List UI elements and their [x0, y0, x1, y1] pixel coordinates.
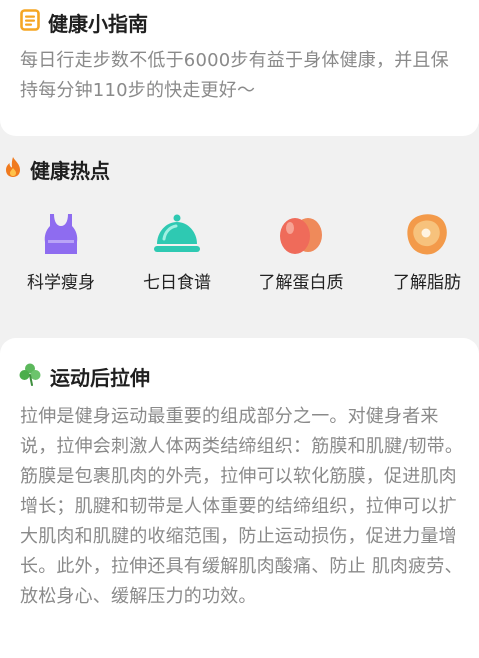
hot-item-slimming[interactable]: 科学瘦身: [6, 212, 116, 293]
hot-item-fat[interactable]: 了解脂肪: [372, 212, 479, 293]
health-guide-title: 健康小指南: [48, 12, 148, 36]
stretch-title: 运动后拉伸: [50, 366, 150, 390]
hot-item-label: 了解脂肪: [393, 273, 461, 293]
health-guide-text: 每日行走步数不低于6000步有益于身体健康，并且保持每分钟110步的快走更好～: [20, 50, 449, 101]
hot-item-label: 了解蛋白质: [258, 273, 344, 293]
list-icon: [20, 9, 40, 36]
food-cloche-icon: [152, 212, 202, 256]
tank-top-icon: [36, 212, 86, 256]
health-guide-card: 健康小指南 每日行走步数不低于6000步有益于身体健康，并且保持每分钟110步的…: [0, 0, 479, 136]
stretch-header: 运动后拉伸: [18, 362, 150, 391]
hot-item-label: 科学瘦身: [27, 273, 95, 293]
flame-icon: [4, 156, 22, 183]
clover-icon: [18, 362, 42, 391]
health-guide-header: 健康小指南: [20, 8, 148, 37]
hot-item-protein[interactable]: 了解蛋白质: [246, 212, 356, 293]
hot-item-recipe[interactable]: 七日食谱: [122, 212, 232, 293]
steak-icon: [402, 212, 452, 256]
health-hot-title: 健康热点: [30, 159, 110, 183]
eggs-icon: [276, 212, 326, 256]
health-hot-header: 健康热点: [4, 155, 110, 184]
stretch-text: 拉伸是健身运动最重要的组成部分之一。对健身者来说，拉伸会刺激人体两类结缔组织：筋…: [20, 406, 464, 607]
health-hot-list: 科学瘦身 七日食谱 了解蛋白质 了解脂肪: [0, 212, 479, 302]
hot-item-label: 七日食谱: [143, 273, 211, 293]
stretch-card: 运动后拉伸 拉伸是健身运动最重要的组成部分之一。对健身者来说，拉伸会刺激人体两类…: [0, 338, 479, 658]
